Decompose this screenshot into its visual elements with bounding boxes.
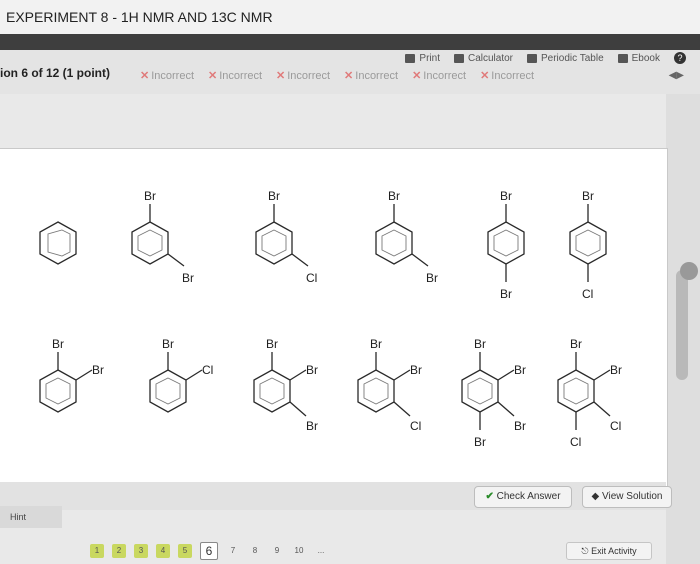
substituent-label: Br — [474, 337, 486, 351]
substituent-label: Br — [306, 363, 318, 377]
substituent-label: Br — [514, 419, 526, 433]
substituent-label: Br — [388, 189, 400, 203]
substituent-label: Cl — [582, 287, 593, 301]
ebook-button[interactable]: Ebook — [617, 53, 660, 64]
page-5[interactable]: 5 — [178, 544, 192, 558]
x-icon: ✕ — [208, 70, 218, 82]
substituent-label: Br — [306, 419, 318, 433]
exit-activity-button[interactable]: ⎋ Exit Activity — [566, 542, 652, 560]
hint-button[interactable]: Hint — [0, 506, 62, 528]
page-2[interactable]: 2 — [112, 544, 126, 558]
x-icon: ✕ — [276, 70, 286, 82]
printer-icon — [405, 53, 416, 63]
substituent-label: Cl — [610, 419, 621, 433]
page-10[interactable]: 10 — [292, 544, 306, 558]
periodic-table-button[interactable]: Periodic Table — [527, 53, 604, 64]
header-band — [0, 34, 700, 50]
question-toolbar: Print Calculator Periodic Table Ebook ? … — [0, 50, 700, 94]
x-icon: ✕ — [140, 70, 150, 82]
pagination: 1 2 3 4 5 6 7 8 9 10 ... — [90, 542, 328, 560]
x-icon: ✕ — [412, 70, 422, 82]
substituent-label: Br — [162, 337, 174, 351]
substituent-label: Br — [370, 337, 382, 351]
substituent-label: Cl — [306, 271, 317, 285]
attempt-4[interactable]: ✕ Incorrect — [344, 69, 398, 83]
drag-handle-icon[interactable] — [680, 262, 698, 280]
substituent-label: Br — [266, 337, 278, 351]
question-status: ion 6 of 12 (1 point) — [0, 66, 110, 80]
page-1[interactable]: 1 — [90, 544, 104, 558]
substituent-label: Br — [52, 337, 64, 351]
book-icon — [617, 53, 628, 63]
page-8[interactable]: 8 — [248, 544, 262, 558]
x-icon: ✕ — [480, 70, 490, 82]
scrollbar-thumb[interactable] — [676, 270, 688, 380]
calculator-button[interactable]: Calculator — [453, 53, 513, 64]
substituent-label: Br — [144, 189, 156, 203]
molecule-gallery: Br Br Br Cl Br Br Br Br Br Cl Br Br Br C… — [39, 189, 622, 449]
page-more[interactable]: ... — [314, 544, 328, 558]
attempt-1[interactable]: ✕ Incorrect — [140, 69, 194, 83]
checkmark-icon: ✔ — [485, 491, 494, 502]
grid-icon — [527, 53, 537, 63]
toolbar-tools: Print Calculator Periodic Table Ebook ? — [405, 52, 686, 64]
substituent-label: Br — [474, 435, 486, 449]
page-7[interactable]: 7 — [226, 544, 240, 558]
substituent-label: Cl — [410, 419, 421, 433]
exit-icon: ⎋ — [581, 546, 589, 556]
page-3[interactable]: 3 — [134, 544, 148, 558]
check-answer-button[interactable]: ✔ Check Answer — [474, 486, 572, 508]
page-6[interactable]: 6 — [200, 542, 218, 560]
title-bar: EXPERIMENT 8 - 1H NMR AND 13C NMR — [0, 0, 700, 34]
substituent-label: Cl — [570, 435, 581, 449]
attempt-nav-arrows[interactable]: ◀▶ — [669, 70, 684, 81]
substituent-label: Br — [610, 363, 622, 377]
attempt-6[interactable]: ✕ Incorrect — [480, 69, 534, 83]
attempts-list: ✕ Incorrect ✕ Incorrect ✕ Incorrect ✕ Incorr… — [140, 69, 534, 83]
substituent-label: Br — [182, 271, 194, 285]
substituent-label: Br — [500, 189, 512, 203]
substituent-label: Br — [410, 363, 422, 377]
substituent-label: Br — [426, 271, 438, 285]
page-9[interactable]: 9 — [270, 544, 284, 558]
substituent-label: Br — [582, 189, 594, 203]
calculator-icon — [453, 53, 464, 63]
page-4[interactable]: 4 — [156, 544, 170, 558]
substituent-label: Br — [92, 363, 104, 377]
x-icon: ✕ — [344, 70, 354, 82]
pin-icon: ◆ — [591, 491, 600, 502]
substituent-label: Br — [514, 363, 526, 377]
substituent-label: Br — [500, 287, 512, 301]
attempt-5[interactable]: ✕ Incorrect — [412, 69, 466, 83]
view-solution-button[interactable]: ◆ View Solution — [582, 486, 672, 508]
page-title: EXPERIMENT 8 - 1H NMR AND 13C NMR — [6, 9, 273, 25]
attempt-3[interactable]: ✕ Incorrect — [276, 69, 330, 83]
attempt-2[interactable]: ✕ Incorrect — [208, 69, 262, 83]
substituent-label: Br — [268, 189, 280, 203]
substituent-label: Br — [570, 337, 582, 351]
help-icon[interactable]: ? — [674, 52, 686, 64]
substituent-label: Cl — [202, 363, 213, 377]
print-button[interactable]: Print — [405, 53, 440, 64]
